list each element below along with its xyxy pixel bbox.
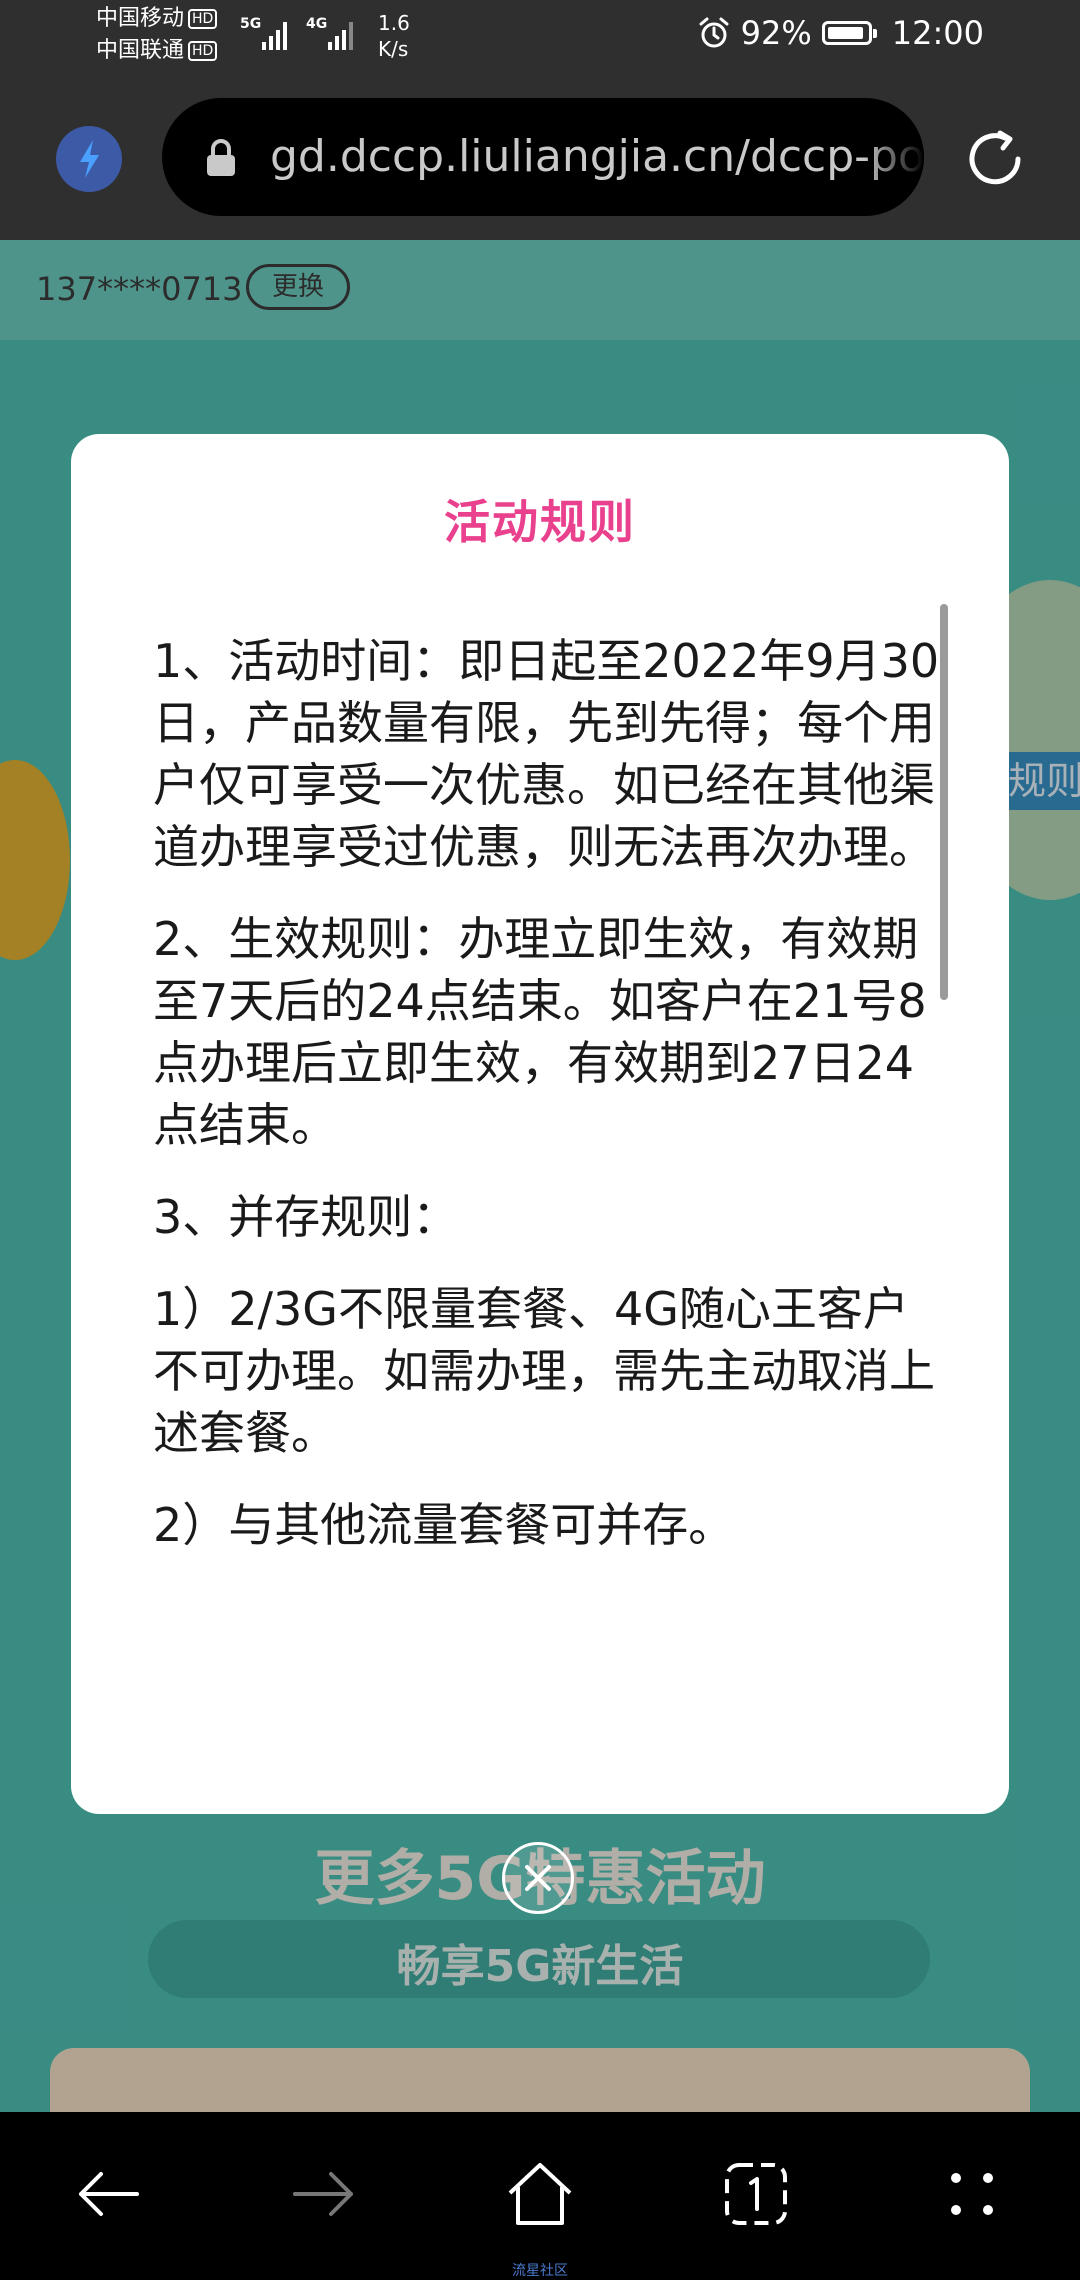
browser-toolbar: gd.dccp.liuliangjia.cn/dccp-po xyxy=(0,74,1080,240)
close-dialog-button[interactable] xyxy=(502,1842,574,1914)
carrier-1-label: 中国移动 xyxy=(96,6,185,31)
home-icon xyxy=(508,2163,572,2225)
dialog-scrollbar[interactable] xyxy=(940,604,948,1000)
carrier-2: 中国联通 HD xyxy=(96,38,218,64)
status-bar: 中国移动 HD 中国联通 HD 5G 4G 1.6 K/s 92% 12:00 xyxy=(0,0,1080,74)
carrier-1: 中国移动 HD xyxy=(96,6,218,32)
more-dots-icon xyxy=(951,2173,993,2215)
back-button[interactable] xyxy=(60,2152,156,2236)
speed-mode-button[interactable] xyxy=(56,126,122,192)
lock-icon xyxy=(207,139,235,176)
url-text: gd.dccp.liuliangjia.cn/dccp-po xyxy=(270,131,924,182)
network-speed: 1.6 K/s xyxy=(378,10,410,62)
dialog-content: 1、活动时间：即日起至2022年9月30日，产品数量有限，先到先得；每个用户仅可… xyxy=(153,630,943,1586)
url-fade xyxy=(864,98,924,216)
address-bar[interactable]: gd.dccp.liuliangjia.cn/dccp-po xyxy=(162,98,924,216)
rule-paragraph-1: 1、活动时间：即日起至2022年9月30日，产品数量有限，先到先得；每个用户仅可… xyxy=(153,634,940,874)
reload-icon[interactable] xyxy=(960,124,1030,194)
home-button[interactable] xyxy=(492,2152,588,2236)
lightning-icon xyxy=(80,140,99,178)
alarm-icon xyxy=(699,17,729,48)
signal-icon-1 xyxy=(262,14,287,50)
tabs-button[interactable] xyxy=(708,2152,804,2236)
rule-paragraph-2: 2、生效规则：办理立即生效，有效期至7天后的24点结束。如客户在21号8点办理后… xyxy=(153,912,927,1152)
network-type-1: 5G xyxy=(240,16,262,32)
battery-percent: 92% xyxy=(740,14,812,52)
speed-value: 1.6 xyxy=(378,11,410,35)
nav-caption: 流星社区 xyxy=(512,2263,568,2279)
rule-paragraph-4: 1）2/3G不限量套餐、4G随心王客户不可办理。如需办理，需先主动取消上述套餐。 xyxy=(153,1282,935,1460)
network-type-2: 4G xyxy=(306,16,328,32)
close-icon xyxy=(525,1865,551,1891)
status-right: 92% 12:00 xyxy=(697,14,984,52)
rule-paragraph-3: 3、并存规则： xyxy=(153,1190,459,1244)
rule-paragraph-5: 2）与其他流量套餐可并存。 xyxy=(153,1498,735,1552)
clock: 12:00 xyxy=(891,14,984,52)
tabs-icon xyxy=(725,2163,787,2225)
rules-dialog: 活动规则 1、活动时间：即日起至2022年9月30日，产品数量有限，先到先得；每… xyxy=(71,434,1009,1814)
signal-icon-2 xyxy=(328,14,353,50)
browser-nav-bar: 流星社区 xyxy=(0,2112,1080,2280)
forward-button[interactable] xyxy=(276,2152,372,2236)
back-arrow-icon xyxy=(79,2172,139,2216)
menu-button[interactable] xyxy=(924,2152,1020,2236)
carrier-2-label: 中国联通 xyxy=(96,38,185,63)
speed-unit: K/s xyxy=(378,37,409,61)
battery-icon xyxy=(821,21,877,45)
hd-badge-2: HD xyxy=(188,41,218,61)
forward-arrow-icon xyxy=(293,2172,353,2216)
hd-badge-1: HD xyxy=(188,9,218,29)
dialog-title: 活动规则 xyxy=(444,495,636,549)
